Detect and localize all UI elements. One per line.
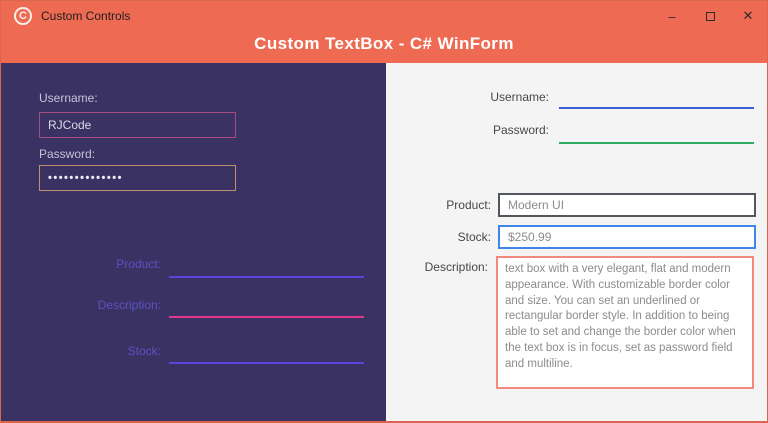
rp-description-textarea[interactable]: text box with a very elegant, flat and m… [496, 256, 754, 389]
window-title: Custom Controls [41, 9, 130, 23]
maximize-button[interactable] [691, 1, 729, 31]
rp-password-underline [559, 142, 754, 144]
lp-stock-input[interactable] [169, 340, 364, 362]
lp-description-input[interactable] [169, 294, 364, 316]
lp-password-label: Password: [39, 147, 95, 161]
lp-product-underline [169, 276, 364, 278]
dark-panel: Username: Password: Product: Description… [1, 63, 386, 421]
lp-product-input[interactable] [169, 254, 364, 276]
rp-product-input[interactable] [498, 193, 756, 217]
rp-stock-input[interactable] [498, 225, 756, 249]
lp-username-label: Username: [39, 91, 98, 105]
rp-password-input[interactable] [559, 121, 754, 141]
close-icon: ✕ [743, 8, 754, 24]
lp-password-input[interactable] [39, 165, 236, 191]
header: C Custom Controls – ✕ Custom TextBox - C… [1, 1, 767, 63]
rp-stock-label: Stock: [381, 230, 491, 244]
rp-product-label: Product: [381, 198, 491, 212]
rp-username-input[interactable] [559, 87, 754, 107]
rp-description-label: Description: [378, 260, 488, 274]
minimize-button[interactable]: – [653, 1, 691, 31]
app-window: C Custom Controls – ✕ Custom TextBox - C… [0, 0, 768, 423]
lp-description-underline [169, 316, 364, 318]
lp-stock-underline [169, 362, 364, 364]
window-controls: – ✕ [653, 1, 767, 31]
lp-username-input[interactable] [39, 112, 236, 138]
lp-product-label: Product: [41, 257, 161, 271]
rp-username-label: Username: [439, 90, 549, 104]
lp-description-label: Description: [41, 298, 161, 312]
close-button[interactable]: ✕ [729, 1, 767, 31]
rp-password-label: Password: [439, 123, 549, 137]
app-logo-icon: C [14, 7, 32, 25]
minimize-icon: – [668, 9, 675, 24]
rp-username-underline [559, 107, 754, 109]
title-bar[interactable]: C Custom Controls – ✕ [1, 1, 767, 31]
maximize-icon [706, 12, 715, 21]
page-title: Custom TextBox - C# WinForm [1, 34, 767, 54]
lp-stock-label: Stock: [41, 344, 161, 358]
